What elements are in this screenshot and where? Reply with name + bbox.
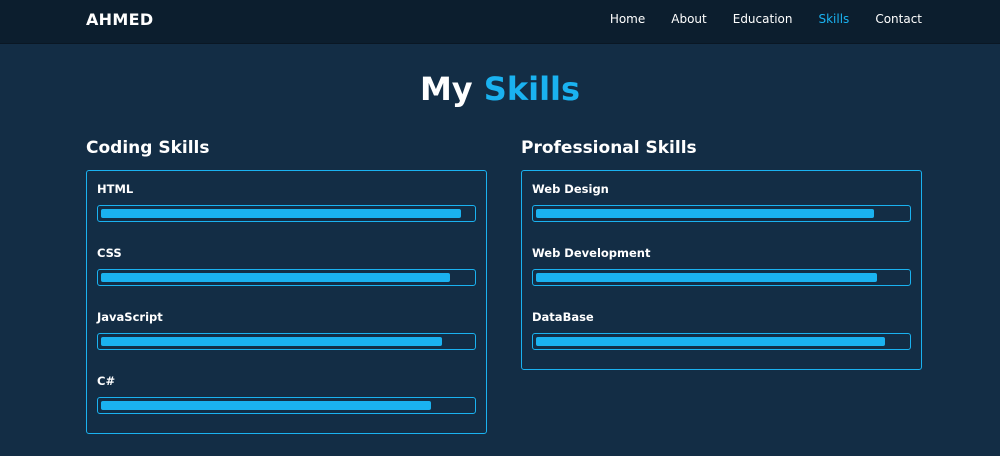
skill-progress-bar: [97, 205, 476, 222]
skill-name: Web Design: [532, 182, 609, 196]
nav-education[interactable]: Education: [733, 12, 793, 26]
nav-skills[interactable]: Skills: [818, 12, 849, 26]
skill-progress-fill: [536, 209, 874, 218]
nav-home[interactable]: Home: [610, 12, 645, 26]
skill-progress-bar: [532, 333, 911, 350]
skill-progress-fill: [101, 401, 432, 410]
skill-progress-fill: [536, 273, 878, 282]
coding-skills-title: Coding Skills: [86, 138, 210, 158]
skill-progress-fill: [536, 337, 885, 346]
coding-skills-column: Coding Skills HTML CSS JavaScript C#: [86, 138, 487, 434]
section-title: My Skills: [0, 70, 1000, 108]
skill-progress-bar: [532, 205, 911, 222]
skill-progress-bar: [97, 333, 476, 350]
skill-item: Web Design: [532, 182, 911, 222]
skill-name: DataBase: [532, 310, 594, 324]
skill-item: CSS: [97, 246, 476, 286]
nav-about[interactable]: About: [671, 12, 706, 26]
section-title-main: My: [419, 70, 473, 108]
coding-skills-box: HTML CSS JavaScript C#: [86, 170, 487, 434]
site-logo[interactable]: AHMED: [86, 10, 153, 29]
main-nav: Home About Education Skills Contact: [610, 12, 922, 26]
professional-skills-title: Professional Skills: [521, 138, 697, 158]
skill-progress-bar: [97, 397, 476, 414]
skill-item: JavaScript: [97, 310, 476, 350]
skill-item: C#: [97, 374, 476, 414]
skill-progress-bar: [97, 269, 476, 286]
skill-item: DataBase: [532, 310, 911, 350]
skill-item: Web Development: [532, 246, 911, 286]
section-title-accent: Skills: [483, 70, 581, 108]
skill-name: Web Development: [532, 246, 651, 260]
professional-skills-column: Professional Skills Web Design Web Devel…: [521, 138, 922, 370]
skill-name: CSS: [97, 246, 122, 260]
site-header: AHMED Home About Education Skills Contac…: [0, 0, 1000, 44]
skill-progress-fill: [101, 209, 461, 218]
skill-item: HTML: [97, 182, 476, 222]
nav-contact[interactable]: Contact: [875, 12, 922, 26]
professional-skills-box: Web Design Web Development DataBase: [521, 170, 922, 370]
skill-progress-fill: [101, 337, 443, 346]
skill-progress-bar: [532, 269, 911, 286]
skill-name: HTML: [97, 182, 134, 196]
skill-name: JavaScript: [97, 310, 163, 324]
skill-name: C#: [97, 374, 116, 388]
skill-progress-fill: [101, 273, 450, 282]
